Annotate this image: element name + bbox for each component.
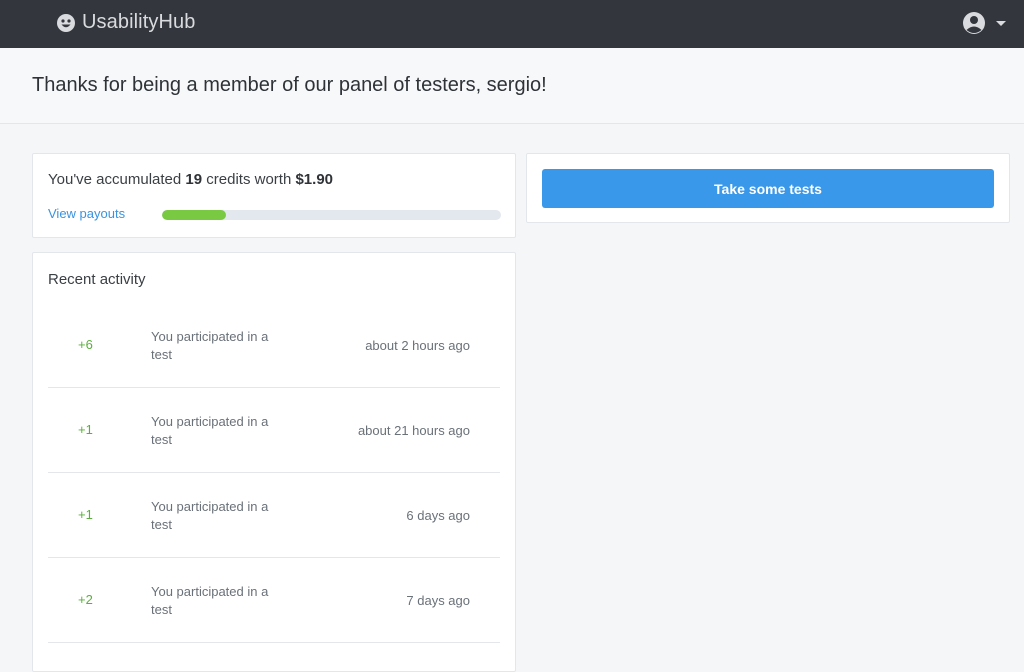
activity-credits: +2 [78,592,93,607]
list-item: +1 You participated in a test 6 days ago [48,473,500,558]
activity-credits: +1 [78,422,93,437]
activity-description: You participated in a test [151,414,269,447]
credits-count: 19 [185,171,203,188]
activity-credits: +6 [78,337,93,352]
credits-prefix: You've accumulated [48,171,186,188]
activity-list: +6 You participated in a test about 2 ho… [48,303,500,643]
credits-worth: $1.90 [295,171,334,188]
page-header: Thanks for being a member of our panel o… [0,48,1024,124]
credits-progress-bar [162,210,501,220]
activity-description: You participated in a test [151,329,269,362]
page-title: Thanks for being a member of our panel o… [32,74,547,96]
activity-time: 7 days ago [406,593,470,608]
credits-card: You've accumulated 19 credits worth $1.9… [32,153,516,238]
activity-time: about 21 hours ago [357,423,470,438]
activity-time: 6 days ago [406,508,470,523]
activity-time: about 2 hours ago [365,338,470,353]
take-tests-card: Take some tests [526,153,1010,223]
activity-description: You participated in a test [151,499,269,532]
activity-credits: +1 [78,507,93,522]
user-menu-toggle[interactable] [962,11,1006,35]
usabilityhub-logo-icon [56,13,76,33]
user-avatar-icon [962,11,986,35]
take-some-tests-button[interactable]: Take some tests [542,169,994,208]
brand-logo[interactable]: UsabilityHub [56,11,195,34]
credits-middle: credits worth [202,171,296,188]
top-navbar: UsabilityHub [0,0,1024,48]
credits-progress-fill [162,210,227,220]
list-item: +2 You participated in a test 7 days ago [48,558,500,643]
caret-down-icon [996,20,1006,26]
list-item: +1 You participated in a test about 21 h… [48,388,500,473]
list-item: +6 You participated in a test about 2 ho… [48,303,500,388]
activity-description: You participated in a test [151,584,269,617]
credits-summary: You've accumulated 19 credits worth $1.9… [48,171,333,188]
view-payouts-link[interactable]: View payouts [48,206,125,221]
recent-activity-title: Recent activity [48,271,146,288]
brand-name: UsabilityHub [82,11,196,33]
recent-activity-card: Recent activity +6 You participated in a… [32,252,516,672]
